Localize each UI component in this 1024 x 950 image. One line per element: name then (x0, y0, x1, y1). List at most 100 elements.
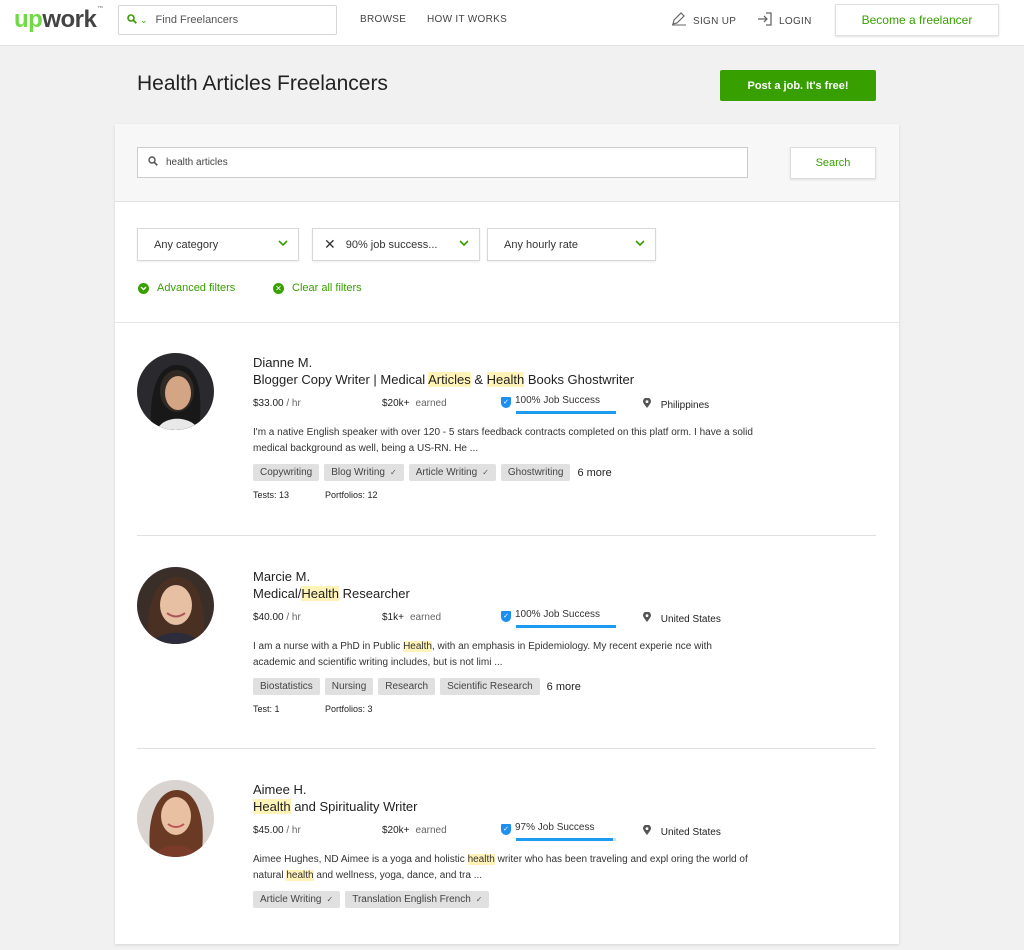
become-freelancer-button[interactable]: Become a freelancer (835, 4, 999, 36)
clear-all-filters-link[interactable]: ✕ Clear all filters (273, 282, 362, 294)
freelancer-name[interactable]: Marcie M. (253, 569, 310, 584)
earned-amount: $1k+ earned (382, 612, 441, 623)
hourly-rate: $33.00 / hr (253, 398, 301, 409)
page-title: Health Articles Freelancers (137, 72, 388, 95)
desc-highlight: health (286, 870, 314, 881)
skill-tag[interactable]: Copywriting (253, 464, 320, 481)
nav-browse[interactable]: BROWSE (360, 14, 406, 25)
hourly-rate-filter[interactable]: Any hourly rate (487, 228, 656, 261)
freelancer-title[interactable]: Health and Spirituality Writer (253, 799, 418, 814)
earned-value: $1k+ (382, 612, 404, 623)
freelancer-title[interactable]: Medical/Health Researcher (253, 586, 410, 601)
top-navigation-bar: upwork™ ⌄ BROWSE HOW IT WORKS SIGN UP LO… (0, 0, 1024, 46)
earned-value: $20k+ (382, 825, 410, 836)
title-text: Medical/ (253, 586, 302, 601)
job-success-label: 100% Job Success (515, 609, 601, 620)
sign-up-link[interactable]: SIGN UP (671, 12, 736, 29)
freelancer-row[interactable]: Marcie M. Medical/Health Researcher $40.… (115, 537, 899, 737)
chevron-down-icon[interactable]: ⌄ (140, 15, 148, 26)
skill-tag[interactable]: Blog Writing ✓ (324, 464, 404, 481)
check-icon: ✓ (475, 895, 483, 904)
freelancer-description: I'm a native English speaker with over 1… (253, 425, 753, 457)
title-text: Researcher (339, 586, 410, 601)
skill-label: Scientific Research (447, 681, 533, 692)
freelancer-name[interactable]: Dianne M. (253, 355, 312, 370)
chevron-down-icon (459, 238, 469, 250)
results-card: Search Any category ✕ 90% job success...… (115, 124, 899, 944)
skills-list: Biostatistics Nursing Research Scientifi… (253, 678, 581, 695)
search-icon (148, 156, 158, 169)
rate-unit: / hr (286, 398, 301, 409)
rate-value: $40.00 (253, 612, 284, 623)
avatar[interactable] (137, 567, 214, 644)
clear-circle-icon: ✕ (273, 282, 284, 294)
login-link[interactable]: LOGIN (757, 12, 812, 29)
pencil-icon (671, 12, 687, 29)
location: Philippines (643, 397, 710, 411)
hourly-rate-filter-label: Any hourly rate (504, 238, 578, 251)
nav-how-it-works[interactable]: HOW IT WORKS (427, 14, 507, 25)
skill-label: Article Writing (260, 894, 322, 905)
shield-icon: ✓ (501, 397, 511, 408)
title-text: Blogger Copy Writer | Medical (253, 372, 429, 387)
title-text: and Spirituality Writer (290, 799, 418, 814)
row-divider (137, 748, 876, 749)
main-search-input[interactable] (164, 156, 724, 169)
title-highlight: Articles (428, 372, 471, 387)
post-job-button[interactable]: Post a job. It's free! (720, 70, 876, 101)
skill-tag[interactable]: Ghostwriting (500, 464, 571, 481)
search-icon[interactable] (127, 13, 137, 27)
skill-label: Research (385, 681, 429, 692)
search-button[interactable]: Search (790, 147, 876, 179)
check-icon: ✓ (326, 895, 334, 904)
job-success-filter[interactable]: ✕ 90% job success... (312, 228, 480, 261)
category-filter-label: Any category (154, 238, 219, 251)
rate-unit: / hr (286, 612, 301, 623)
check-icon: ✓ (482, 468, 489, 477)
skill-tag[interactable]: Scientific Research (440, 678, 540, 695)
freelancer-name[interactable]: Aimee H. (253, 782, 306, 797)
chevron-down-icon (635, 238, 645, 250)
earned-amount: $20k+ earned (382, 398, 447, 409)
skill-label: Translation English French (352, 894, 471, 905)
skill-tag[interactable]: Biostatistics (253, 678, 320, 695)
desc-text: I am a nurse with a PhD in Public (253, 641, 404, 652)
job-success-bar (516, 625, 616, 628)
skill-tag[interactable]: Article Writing ✓ (253, 891, 341, 908)
job-success-filter-label: 90% job success... (345, 238, 438, 251)
more-skills-link[interactable]: 6 more (547, 681, 581, 693)
find-freelancers-search[interactable]: ⌄ (118, 5, 337, 35)
skill-label: Copywriting (260, 467, 313, 478)
close-icon[interactable]: ✕ (324, 236, 336, 253)
job-success-label: 97% Job Success (515, 822, 595, 833)
skill-tag[interactable]: Translation English French ✓ (345, 891, 490, 908)
sign-up-label: SIGN UP (693, 16, 737, 27)
find-freelancers-input[interactable] (153, 13, 324, 27)
hourly-rate: $45.00 / hr (253, 825, 301, 836)
upwork-logo[interactable]: upwork™ (14, 6, 103, 34)
job-success: ✓ 100% Job Success (501, 395, 600, 408)
desc-highlight: health (467, 854, 495, 865)
rate-unit: / hr (286, 825, 301, 836)
portfolios-count: Portfolios: 3 (325, 704, 373, 714)
avatar[interactable] (137, 353, 214, 430)
job-success-bar-fill (516, 625, 616, 628)
skill-label: Ghostwriting (507, 467, 564, 478)
skills-list: Copywriting Blog Writing ✓ Article Writin… (253, 464, 612, 481)
skill-tag[interactable]: Nursing (324, 678, 374, 695)
more-skills-link[interactable]: 6 more (577, 467, 611, 479)
avatar[interactable] (137, 780, 214, 857)
freelancer-row[interactable]: Aimee H. Health and Spirituality Writer … (115, 750, 899, 950)
skill-tag[interactable]: Research (378, 678, 436, 695)
earned-value: $20k+ (382, 398, 410, 409)
freelancer-title[interactable]: Blogger Copy Writer | Medical Articles &… (253, 372, 634, 387)
job-success: ✓ 100% Job Success (501, 609, 600, 622)
row-divider (137, 535, 876, 536)
freelancer-row[interactable]: Dianne M. Blogger Copy Writer | Medical … (115, 323, 899, 523)
skill-tag[interactable]: Article Writing ✓ (408, 464, 496, 481)
location-label: Philippines (660, 400, 710, 411)
tests-count: Tests: 13 (253, 490, 290, 500)
category-filter[interactable]: Any category (137, 228, 299, 261)
main-search-box[interactable] (137, 147, 748, 178)
advanced-filters-link[interactable]: Advanced filters (138, 282, 235, 294)
